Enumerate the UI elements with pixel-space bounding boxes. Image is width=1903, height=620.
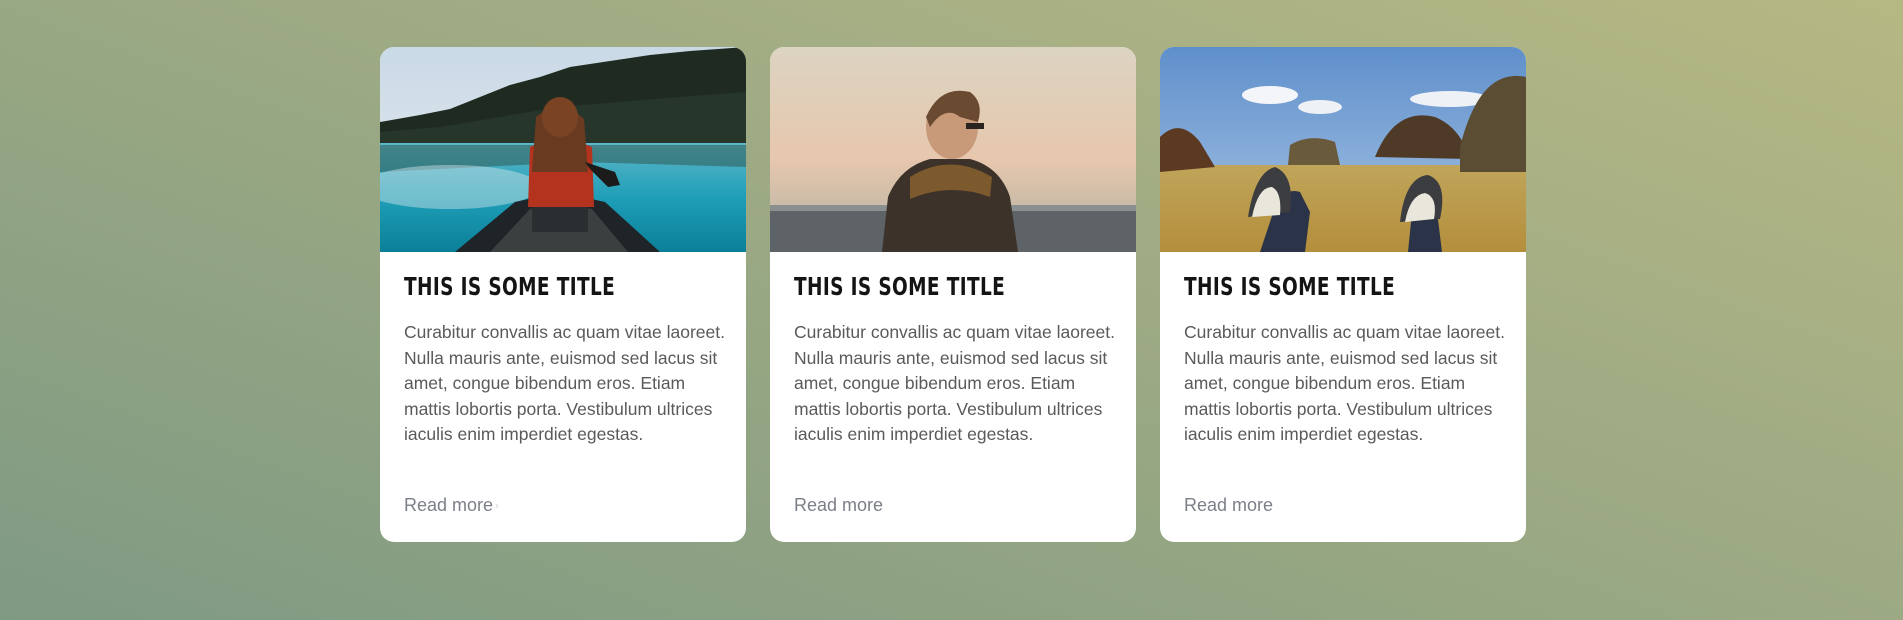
- canoe-photo: [380, 47, 746, 252]
- card-3: This is some title Curabitur convallis a…: [1160, 47, 1526, 542]
- card-title: This is some title: [794, 272, 1006, 301]
- card-grid: This is some title Curabitur convallis a…: [380, 47, 1526, 542]
- card-body: This is some title Curabitur convallis a…: [1160, 252, 1526, 448]
- sea-photo: [770, 47, 1136, 252]
- card-body: This is some title Curabitur convallis a…: [770, 252, 1136, 448]
- field-photo: [1160, 47, 1526, 252]
- read-more-link[interactable]: Read more: [1184, 495, 1273, 516]
- card-text: Curabitur convallis ac quam vitae laoree…: [1184, 322, 1505, 444]
- card-image-sea: [770, 47, 1136, 252]
- card-title: This is some title: [1184, 272, 1396, 301]
- card-title: This is some title: [404, 272, 616, 301]
- read-more-link[interactable]: Read more: [794, 495, 883, 516]
- card-image-field: [1160, 47, 1526, 252]
- card-2: This is some title Curabitur convallis a…: [770, 47, 1136, 542]
- read-more-link[interactable]: Read more ›: [404, 495, 503, 516]
- card-body: This is some title Curabitur convallis a…: [380, 252, 746, 448]
- read-more-label: Read more: [794, 495, 884, 515]
- card-text: Curabitur convallis ac quam vitae laoree…: [794, 322, 1115, 444]
- card-text: Curabitur convallis ac quam vitae laoree…: [404, 322, 725, 444]
- card-image-canoe: [380, 47, 746, 252]
- card-1: This is some title Curabitur convallis a…: [380, 47, 746, 542]
- chevron-right-icon: ›: [495, 499, 499, 512]
- read-more-label: Read more: [1184, 495, 1274, 515]
- read-more-label: Read more: [404, 495, 494, 515]
